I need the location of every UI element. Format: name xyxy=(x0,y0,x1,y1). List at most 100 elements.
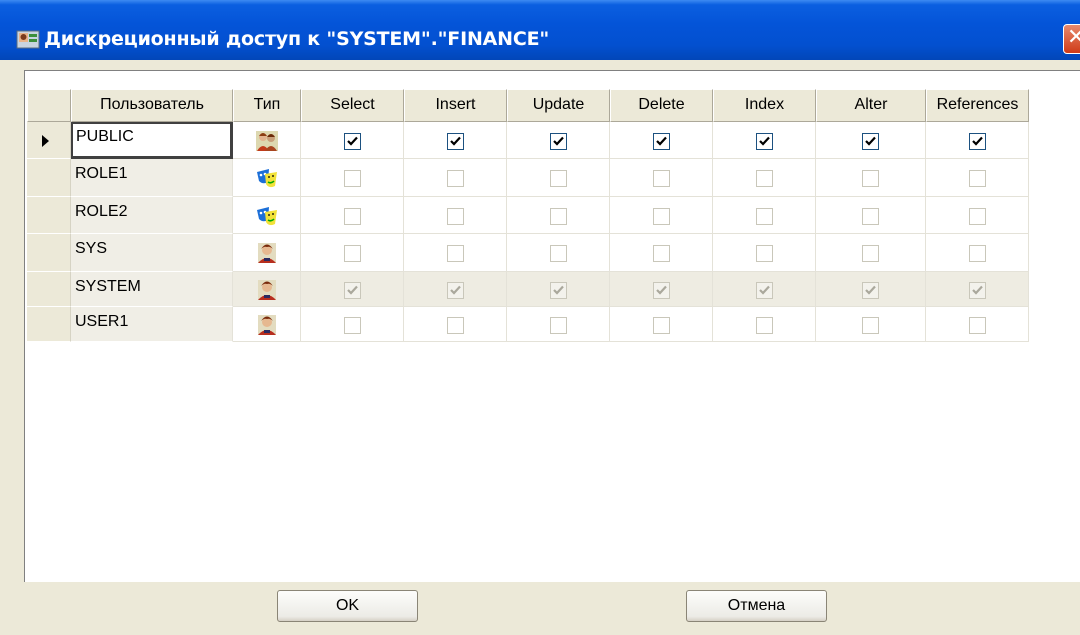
perm-cell-references[interactable] xyxy=(926,122,1029,159)
checkbox-insert-role1[interactable] xyxy=(447,170,464,187)
perm-cell-insert[interactable] xyxy=(404,122,507,159)
perm-cell-index[interactable] xyxy=(713,197,816,234)
checkbox-references-public[interactable] xyxy=(969,133,986,150)
checkbox-references-role2[interactable] xyxy=(969,208,986,225)
perm-cell-select[interactable] xyxy=(301,122,404,159)
checkbox-alter-role2[interactable] xyxy=(862,208,879,225)
row-indicator[interactable] xyxy=(27,272,71,307)
column-header-alter[interactable]: Alter xyxy=(816,89,926,122)
perm-cell-delete[interactable] xyxy=(610,272,713,307)
checkbox-alter-sys[interactable] xyxy=(862,245,879,262)
row-indicator[interactable] xyxy=(27,122,71,159)
perm-cell-delete[interactable] xyxy=(610,307,713,342)
checkbox-insert-role2[interactable] xyxy=(447,208,464,225)
permissions-grid[interactable]: Пользователь Тип Select Insert Update Delete I… xyxy=(24,70,1080,583)
checkbox-insert-sys[interactable] xyxy=(447,245,464,262)
row-indicator[interactable] xyxy=(27,234,71,272)
perm-cell-references[interactable] xyxy=(926,159,1029,197)
checkbox-delete-user1[interactable] xyxy=(653,317,670,334)
checkbox-select-sys[interactable] xyxy=(344,245,361,262)
checkbox-index-role2[interactable] xyxy=(756,208,773,225)
perm-cell-insert[interactable] xyxy=(404,234,507,272)
perm-cell-update[interactable] xyxy=(507,234,610,272)
checkbox-references-role1[interactable] xyxy=(969,170,986,187)
perm-cell-update[interactable] xyxy=(507,122,610,159)
checkbox-index-sys[interactable] xyxy=(756,245,773,262)
perm-cell-index[interactable] xyxy=(713,122,816,159)
perm-cell-update[interactable] xyxy=(507,197,610,234)
perm-cell-index[interactable] xyxy=(713,307,816,342)
checkbox-select-public[interactable] xyxy=(344,133,361,150)
checkbox-select-role1[interactable] xyxy=(344,170,361,187)
perm-cell-update[interactable] xyxy=(507,159,610,197)
checkbox-update-user1[interactable] xyxy=(550,317,567,334)
checkbox-select-role2[interactable] xyxy=(344,208,361,225)
perm-cell-select[interactable] xyxy=(301,234,404,272)
ok-button[interactable]: OK xyxy=(277,590,418,622)
perm-cell-alter[interactable] xyxy=(816,197,926,234)
checkbox-delete-sys[interactable] xyxy=(653,245,670,262)
column-header-insert[interactable]: Insert xyxy=(404,89,507,122)
checkbox-insert-user1[interactable] xyxy=(447,317,464,334)
cancel-button[interactable]: Отмена xyxy=(686,590,827,622)
perm-cell-index[interactable] xyxy=(713,159,816,197)
checkbox-update-sys[interactable] xyxy=(550,245,567,262)
row-indicator[interactable] xyxy=(27,159,71,197)
perm-cell-delete[interactable] xyxy=(610,159,713,197)
perm-cell-references[interactable] xyxy=(926,197,1029,234)
perm-cell-alter[interactable] xyxy=(816,122,926,159)
checkbox-update-role2[interactable] xyxy=(550,208,567,225)
row-name-cell[interactable]: ROLE1 xyxy=(71,159,233,197)
checkbox-delete-role1[interactable] xyxy=(653,170,670,187)
checkbox-update-role1[interactable] xyxy=(550,170,567,187)
column-header-delete[interactable]: Delete xyxy=(610,89,713,122)
perm-cell-alter[interactable] xyxy=(816,159,926,197)
column-header-user[interactable]: Пользователь xyxy=(71,89,233,122)
perm-cell-update[interactable] xyxy=(507,307,610,342)
checkbox-alter-public[interactable] xyxy=(862,133,879,150)
perm-cell-references[interactable] xyxy=(926,272,1029,307)
column-header-references[interactable]: References xyxy=(926,89,1029,122)
perm-cell-index[interactable] xyxy=(713,272,816,307)
perm-cell-references[interactable] xyxy=(926,234,1029,272)
checkbox-references-user1[interactable] xyxy=(969,317,986,334)
perm-cell-alter[interactable] xyxy=(816,272,926,307)
row-indicator[interactable] xyxy=(27,307,71,342)
perm-cell-select[interactable] xyxy=(301,159,404,197)
row-name-cell[interactable]: ROLE2 xyxy=(71,197,233,234)
checkbox-delete-public[interactable] xyxy=(653,133,670,150)
perm-cell-select[interactable] xyxy=(301,272,404,307)
perm-cell-index[interactable] xyxy=(713,234,816,272)
perm-cell-references[interactable] xyxy=(926,307,1029,342)
checkbox-index-role1[interactable] xyxy=(756,170,773,187)
close-button[interactable]: ✕ xyxy=(1063,24,1080,54)
perm-cell-alter[interactable] xyxy=(816,307,926,342)
column-header-select[interactable]: Select xyxy=(301,89,404,122)
row-name-cell[interactable]: USER1 xyxy=(71,307,233,342)
checkbox-alter-user1[interactable] xyxy=(862,317,879,334)
title-bar[interactable]: Дискреционный доступ к "SYSTEM"."FINANCE… xyxy=(0,0,1080,60)
perm-cell-update[interactable] xyxy=(507,272,610,307)
column-header-update[interactable]: Update xyxy=(507,89,610,122)
checkbox-references-sys[interactable] xyxy=(969,245,986,262)
perm-cell-delete[interactable] xyxy=(610,122,713,159)
row-name-cell[interactable]: SYS xyxy=(71,234,233,272)
checkbox-alter-role1[interactable] xyxy=(862,170,879,187)
row-indicator[interactable] xyxy=(27,197,71,234)
checkbox-delete-role2[interactable] xyxy=(653,208,670,225)
perm-cell-select[interactable] xyxy=(301,307,404,342)
column-header-type[interactable]: Тип xyxy=(233,89,301,122)
row-name-cell[interactable]: PUBLIC xyxy=(71,122,233,159)
perm-cell-insert[interactable] xyxy=(404,272,507,307)
checkbox-index-public[interactable] xyxy=(756,133,773,150)
perm-cell-delete[interactable] xyxy=(610,197,713,234)
checkbox-insert-public[interactable] xyxy=(447,133,464,150)
checkbox-index-user1[interactable] xyxy=(756,317,773,334)
perm-cell-delete[interactable] xyxy=(610,234,713,272)
perm-cell-insert[interactable] xyxy=(404,197,507,234)
perm-cell-alter[interactable] xyxy=(816,234,926,272)
perm-cell-select[interactable] xyxy=(301,197,404,234)
checkbox-update-public[interactable] xyxy=(550,133,567,150)
row-name-cell[interactable]: SYSTEM xyxy=(71,272,233,307)
checkbox-select-user1[interactable] xyxy=(344,317,361,334)
